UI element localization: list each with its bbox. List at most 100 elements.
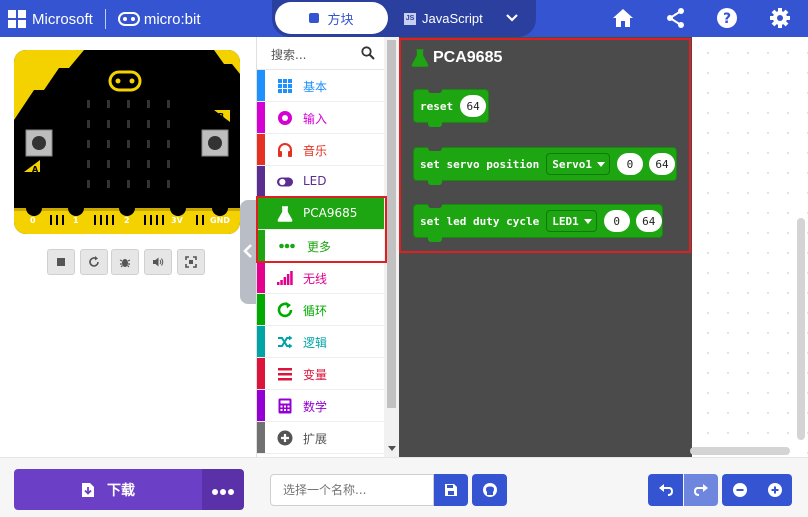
category-label: 循环 [303,304,328,318]
debug-icon [119,259,131,268]
microbit-board-graphic [14,50,240,234]
brand-microbit-label: micro:bit [143,10,201,28]
toolbox-search-input[interactable]: 搜索... [271,46,306,63]
category-label: LED [303,174,327,188]
category-extensions[interactable]: 扩展 [257,422,385,454]
zoom-in-button[interactable] [757,474,792,506]
refresh-icon [277,302,293,318]
category-led[interactable]: LED [257,166,385,198]
category-label: 输入 [303,112,328,126]
zoom-in-icon [767,483,782,497]
category-basic[interactable]: 基本 [257,70,385,102]
shuffle-icon [278,335,293,349]
toolbox-search[interactable]: 搜索... [257,37,385,70]
toggle-icon [277,177,293,187]
undo-icon [658,484,673,496]
simulator-panel: A B 0 1 2 3V GND [0,37,256,457]
stop-icon [57,258,65,266]
fullscreen-icon [185,256,197,268]
tab-javascript[interactable]: JS JavaScript [404,0,483,37]
save-icon [445,484,457,496]
undo-button[interactable] [648,474,683,506]
fullscreen-button[interactable] [177,249,205,275]
category-label: 数学 [303,400,328,414]
svg-text:?: ? [723,11,731,27]
category-label: 扩展 [303,432,328,446]
category-color-bar [257,166,265,197]
zoom-out-button[interactable] [722,474,757,506]
chevron-down-icon[interactable] [505,11,519,25]
mute-button[interactable] [144,249,172,275]
grid-icon [278,79,292,93]
blocks-workspace[interactable] [692,37,808,457]
download-options-button[interactable] [202,469,244,510]
category-color-bar [257,422,265,453]
tab-javascript-label: JavaScript [422,11,483,26]
category-color-bar [257,102,265,133]
save-button[interactable] [434,474,468,506]
project-name-input[interactable] [270,474,434,506]
redo-button[interactable] [684,474,718,506]
category-color-bar [257,390,265,421]
headphones-icon [278,143,292,157]
tab-blocks-label: 方块 [327,12,354,28]
category-label: 无线 [303,272,328,286]
simulator-controls [47,249,210,275]
mute-icon [153,257,164,267]
tab-blocks[interactable]: 方块 [275,2,388,34]
pin-label-1: 1 [73,216,79,225]
download-label: 下载 [107,482,135,499]
pin-label-2: 2 [124,216,130,225]
microsoft-logo-icon [8,10,26,28]
workspace-scrollbar-horizontal[interactable] [690,447,790,455]
brand-microsoft-label: Microsoft [32,10,93,28]
download-icon [82,482,94,497]
pin-label-3v: 3V [171,216,183,225]
help-icon[interactable]: ? [716,7,738,29]
editor-footer: 下载 [0,457,808,517]
target-icon [278,111,292,125]
category-color-bar [257,294,265,325]
category-color-bar [257,262,265,293]
button-a-label: A [32,165,39,174]
home-icon[interactable] [612,7,634,29]
scroll-down-arrow-icon[interactable] [388,446,396,452]
workspace-scrollbar-vertical[interactable] [797,218,805,440]
category-input[interactable]: 输入 [257,102,385,134]
signal-icon [277,271,293,285]
category-label: 逻辑 [303,336,328,350]
category-radio[interactable]: 无线 [257,262,385,294]
category-label: 变量 [303,368,328,382]
category-color-bar [257,134,265,165]
settings-icon[interactable] [769,7,791,29]
brand-divider [104,9,106,29]
top-menu-bar: Microsoft micro:bit 方块 JS JavaScript ? [0,0,808,37]
category-variables[interactable]: 变量 [257,358,385,390]
category-math[interactable]: 数学 [257,390,385,422]
download-button[interactable]: 下载 [14,469,202,510]
share-icon[interactable] [665,7,687,29]
brand[interactable]: Microsoft micro:bit [8,9,201,29]
redo-icon [694,484,708,496]
stop-button[interactable] [47,249,75,275]
more-dots-icon [211,480,235,499]
category-color-bar [257,326,265,357]
search-icon[interactable] [361,46,375,60]
restart-button[interactable] [80,249,108,275]
category-label: 基本 [303,80,328,94]
category-color-bar [257,70,265,101]
category-music[interactable]: 音乐 [257,134,385,166]
debug-button[interactable] [111,249,139,275]
list-icon [278,368,292,381]
plus-circle-icon [277,430,293,446]
js-file-icon: JS [404,12,416,25]
toolbox-scroll-thumb[interactable] [387,40,396,408]
category-logic[interactable]: 逻辑 [257,326,385,358]
category-label: 音乐 [303,144,328,158]
microbit-board[interactable]: A B 0 1 2 3V GND [14,50,240,234]
zoom-out-icon [732,483,747,497]
category-loops[interactable]: 循环 [257,294,385,326]
github-button[interactable] [472,474,507,506]
calculator-icon [278,398,292,414]
pin-label-0: 0 [30,216,36,225]
